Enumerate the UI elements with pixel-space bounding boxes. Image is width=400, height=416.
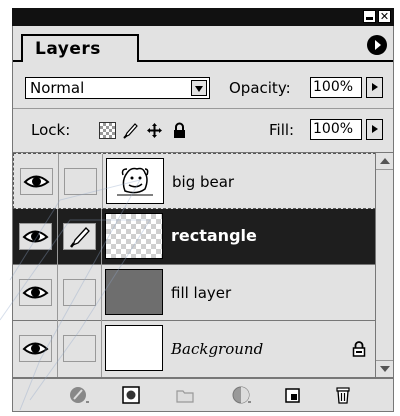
layer-row-big-bear[interactable]: big bear [13, 153, 376, 210]
layer-name[interactable]: rectangle [171, 226, 257, 245]
new-set-icon[interactable] [175, 385, 195, 405]
palette-bottom-bar [12, 378, 394, 412]
new-layer-icon[interactable] [283, 385, 303, 405]
link-cell[interactable] [63, 223, 96, 250]
eye-icon [22, 286, 49, 299]
layer-row-background[interactable]: Background [13, 321, 376, 377]
lock-all-icon[interactable] [171, 122, 188, 139]
opacity-input[interactable]: 100% [310, 77, 362, 98]
fill-value: 100% [313, 121, 354, 137]
layer-thumbnail [105, 213, 163, 259]
close-icon[interactable]: ✕ [378, 10, 391, 23]
blend-mode-select[interactable]: Normal [25, 77, 210, 99]
link-cell[interactable] [63, 335, 96, 362]
fill-slider-arrow-icon[interactable] [366, 119, 383, 140]
visibility-toggle[interactable] [19, 279, 52, 306]
palette-menu-icon[interactable] [367, 35, 387, 55]
blend-mode-value: Normal [30, 79, 85, 97]
visibility-toggle[interactable] [20, 168, 53, 195]
divider [13, 108, 393, 109]
visibility-toggle[interactable] [19, 335, 52, 362]
layers-palette: ✕ Layers Normal Opacity: 100% Lock: Fill… [0, 0, 400, 416]
add-mask-icon[interactable] [121, 385, 141, 405]
visibility-toggle[interactable] [19, 223, 52, 250]
layer-thumbnail [105, 325, 163, 371]
fill-input[interactable]: 100% [310, 119, 362, 140]
tab-row: Layers [12, 26, 394, 63]
opacity-value: 100% [313, 79, 354, 95]
layer-row-rectangle[interactable]: rectangle [13, 209, 376, 265]
divider [57, 265, 58, 321]
divider [101, 265, 102, 321]
link-cell[interactable] [64, 168, 97, 195]
layer-style-icon[interactable] [69, 385, 89, 405]
layer-options: Normal Opacity: 100% Lock: Fill: 100% [12, 62, 394, 152]
opacity-slider-arrow-icon[interactable] [366, 77, 383, 98]
tab-layers-label: Layers [35, 39, 101, 59]
layer-thumbnail [105, 269, 163, 315]
layer-name[interactable]: fill layer [171, 284, 231, 302]
divider [57, 209, 58, 265]
eye-icon [23, 175, 50, 188]
layer-name[interactable]: Background [171, 340, 263, 358]
bear-drawing-icon [117, 167, 153, 196]
chevron-down-icon[interactable] [191, 80, 207, 96]
layer-name[interactable]: big bear [172, 173, 234, 191]
delete-layer-icon[interactable] [333, 385, 353, 405]
layer-row-fill-layer[interactable]: fill layer [13, 265, 376, 321]
lock-icon [352, 341, 366, 357]
palette-title-bar[interactable]: ✕ [12, 8, 394, 26]
eye-icon [22, 230, 49, 243]
opacity-label: Opacity: [229, 79, 291, 97]
lock-label: Lock: [31, 121, 71, 139]
divider [102, 154, 103, 210]
link-cell[interactable] [63, 279, 96, 306]
lock-transparency-icon[interactable] [99, 122, 116, 139]
lock-position-icon[interactable] [146, 122, 163, 139]
new-adjustment-layer-icon[interactable] [231, 385, 251, 405]
layer-thumbnail [106, 158, 164, 204]
divider [58, 154, 59, 210]
minimize-icon[interactable] [363, 10, 376, 23]
scroll-down-icon[interactable] [376, 360, 393, 377]
fill-label: Fill: [269, 121, 295, 139]
layer-list-scrollbar[interactable] [375, 152, 394, 378]
divider [101, 321, 102, 377]
lock-image-icon[interactable] [122, 122, 139, 139]
divider [57, 321, 58, 377]
divider [101, 209, 102, 265]
scroll-up-icon[interactable] [376, 153, 393, 170]
layer-list: big bear rectangle fill layer Background [12, 152, 376, 378]
eye-icon [22, 342, 49, 355]
paintbrush-icon [70, 227, 90, 248]
tab-layers[interactable]: Layers [21, 34, 139, 63]
